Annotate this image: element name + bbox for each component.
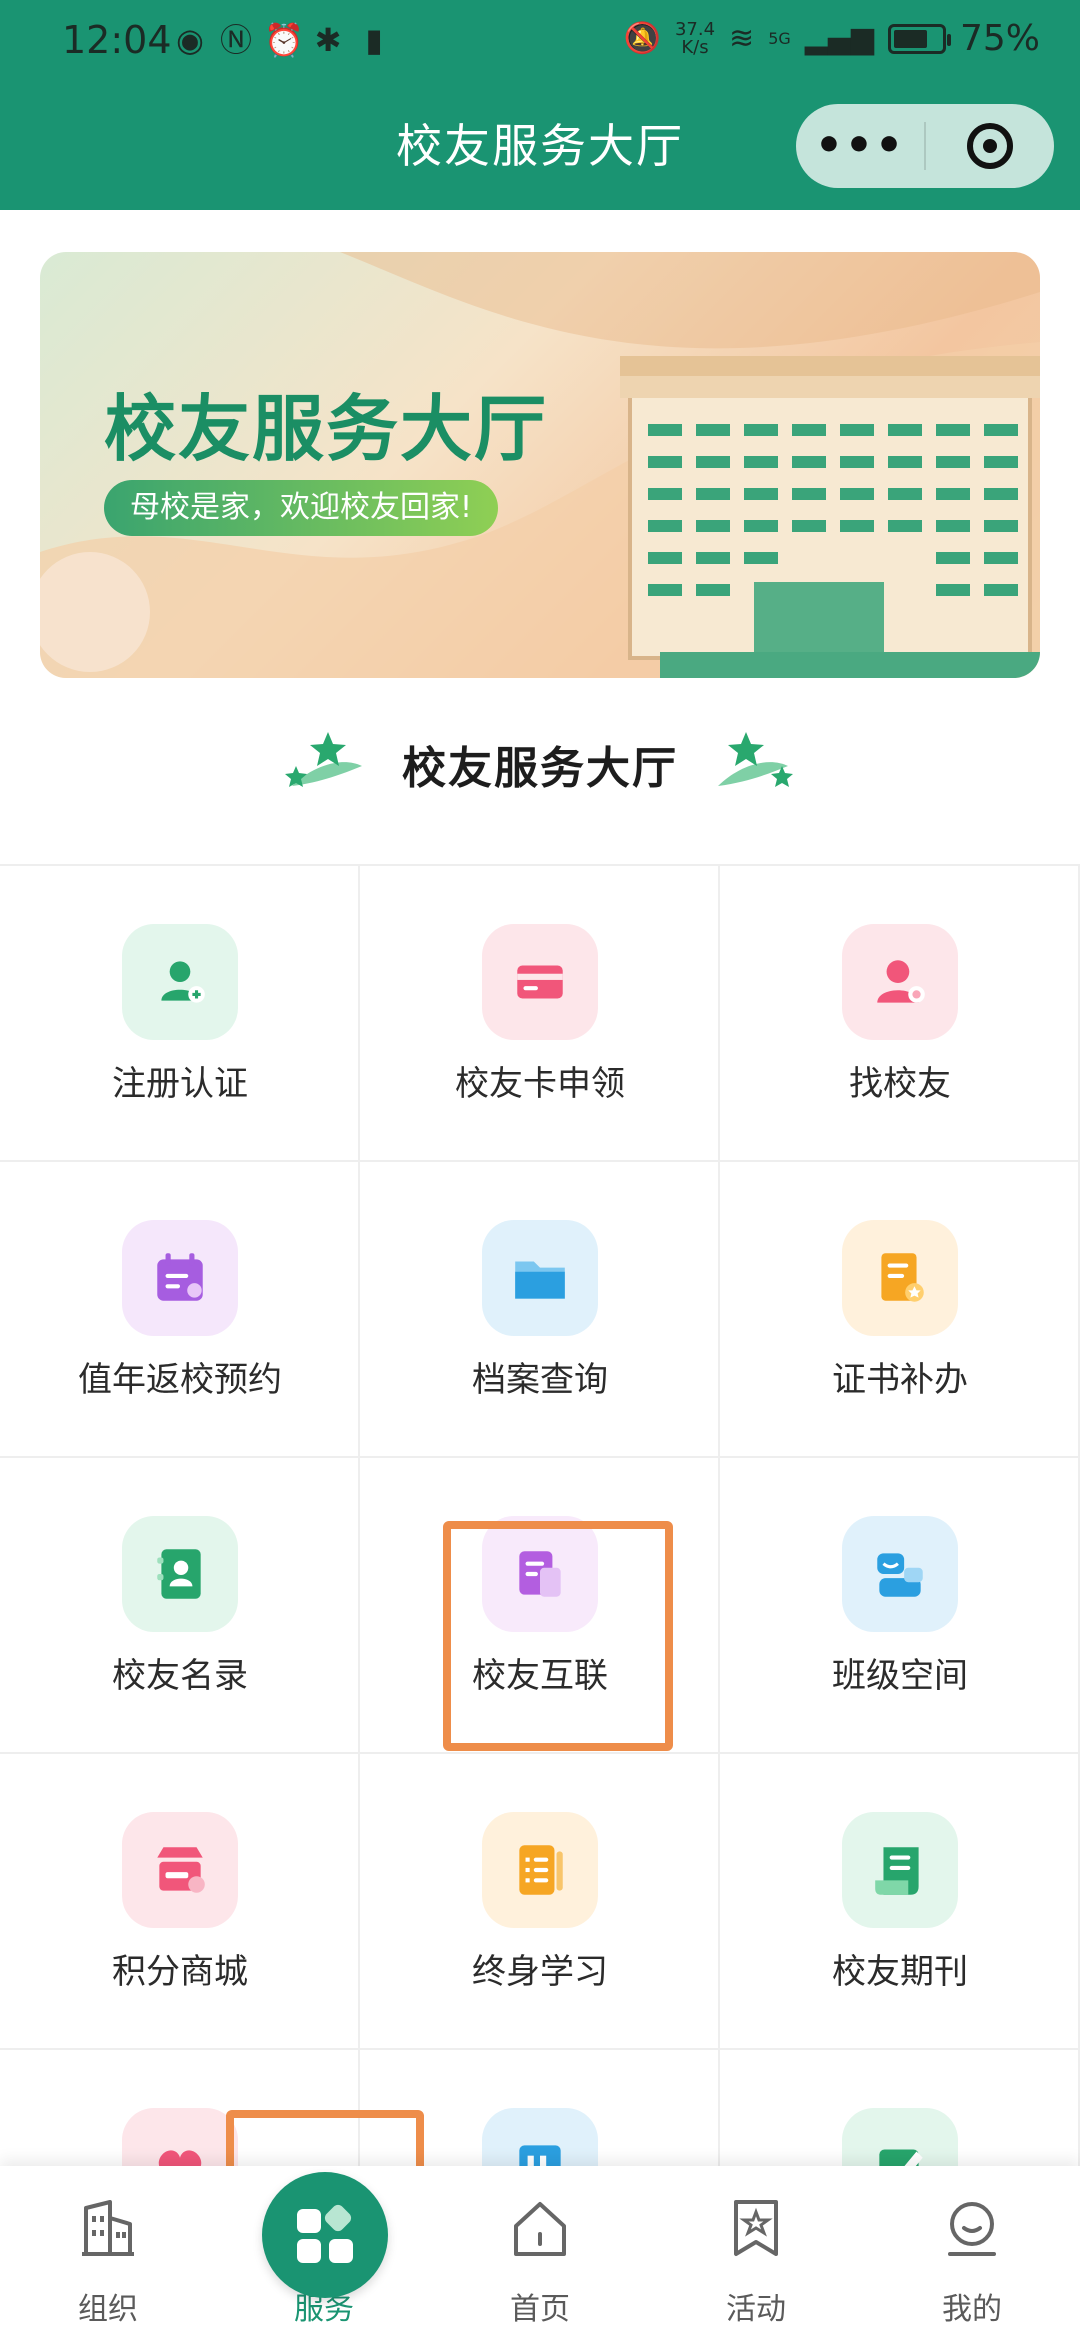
service-label: 档案查询 [472, 1360, 608, 1400]
tab-bar: 组织 服务 首页 活动 我的 [0, 2166, 1080, 2340]
status-left-icons: ◉ Ⓝ ⏰ ✱ ▮ [172, 22, 392, 58]
section-title: 校友服务大厅 [402, 743, 678, 794]
profile-icon [948, 2202, 996, 2256]
banner[interactable]: 校友服务大厅 母校是家，欢迎校友回家! [40, 252, 1040, 678]
service-label: 终身学习 [472, 1952, 608, 1992]
service-label: 值年返校预约 [78, 1360, 282, 1400]
service-item[interactable]: 证书补办 [720, 1162, 1080, 1458]
service-label: 注册认证 [112, 1064, 248, 1104]
banner-slogan: 母校是家，欢迎校友回家! [104, 480, 499, 536]
wifi-icon: ≋ [729, 20, 755, 56]
tab-activities[interactable]: 活动 [648, 2166, 864, 2340]
service-item[interactable]: 校友名录 [0, 1458, 360, 1754]
journal-icon [842, 1812, 958, 1928]
service-item[interactable]: 注册认证 [0, 866, 360, 1162]
bluetooth-icon: ✱ [314, 21, 342, 59]
target-icon [967, 123, 1013, 169]
tab-home[interactable]: 首页 [432, 2166, 648, 2340]
battery-icon [887, 23, 951, 54]
battery-fill [893, 29, 927, 48]
service-label: 校友名录 [112, 1656, 248, 1696]
alarm-icon: ⏰ [264, 21, 304, 59]
service-item[interactable]: 积分商城 [0, 1754, 360, 2050]
net-speed-unit: K/s [681, 36, 709, 58]
tab-label: 组织 [78, 2292, 138, 2327]
close-button[interactable] [926, 123, 1054, 169]
banner-title: 校友服务大厅 [104, 387, 549, 471]
service-label: 找校友 [849, 1064, 951, 1104]
tab-label: 首页 [510, 2292, 570, 2327]
service-item[interactable]: 校友卡申领 [360, 866, 720, 1162]
services-fab[interactable] [262, 2172, 388, 2298]
service-label: 积分商城 [112, 1952, 248, 1992]
tab-label: 我的 [942, 2292, 1002, 2327]
header: 12:04 ◉ Ⓝ ⏰ ✱ ▮ 🔕 37.4 K/s ≋ 5G ▂▄▆ 75% … [0, 0, 1080, 210]
net-speed-value: 37.4 [674, 18, 716, 40]
contact-book-icon [122, 1516, 238, 1632]
mini-program-capsule: ••• [796, 104, 1054, 188]
home-icon [514, 2202, 566, 2256]
notebook-icon [482, 1812, 598, 1928]
status-right: 🔕 37.4 K/s ≋ 5G ▂▄▆ 75% [624, 18, 1040, 59]
eye-icon: ◉ [176, 21, 204, 59]
highlight-box-alumni-connect [443, 1521, 673, 1751]
badge-icon [734, 2200, 778, 2256]
service-label: 证书补办 [832, 1360, 968, 1400]
tab-label: 活动 [726, 2292, 786, 2327]
status-bar: 12:04 ◉ Ⓝ ⏰ ✱ ▮ 🔕 37.4 K/s ≋ 5G ▂▄▆ 75% [0, 0, 1080, 80]
network-type: 5G [768, 29, 791, 48]
tab-organization[interactable]: 组织 [0, 2166, 216, 2340]
user-add-icon [122, 924, 238, 1040]
user-search-icon [842, 924, 958, 1040]
service-label: 班级空间 [832, 1656, 968, 1696]
service-item[interactable]: 校友期刊 [720, 1754, 1080, 2050]
folder-icon [482, 1220, 598, 1336]
building-icon [82, 2200, 134, 2256]
service-item[interactable]: 班级空间 [720, 1458, 1080, 1754]
service-item[interactable]: 档案查询 [360, 1162, 720, 1458]
service-item[interactable]: 终身学习 [360, 1754, 720, 2050]
status-time: 12:04 [62, 18, 172, 62]
service-label: 校友卡申领 [455, 1064, 625, 1104]
certificate-icon [842, 1220, 958, 1336]
nfc-icon: Ⓝ [219, 21, 252, 59]
shop-icon [122, 1812, 238, 1928]
person-chat-icon [842, 1516, 958, 1632]
service-label: 校友期刊 [832, 1952, 968, 1992]
service-item[interactable]: 值年返校预约 [0, 1162, 360, 1458]
battery-percent: 75% [959, 18, 1040, 59]
signal-icon: ▂▄▆ [804, 20, 874, 56]
star-decoration-right [718, 732, 793, 787]
mute-icon: 🔕 [623, 20, 661, 56]
service-item[interactable]: 找校友 [720, 866, 1080, 1162]
battery-small-icon: ▮ [365, 21, 383, 59]
tab-profile[interactable]: 我的 [864, 2166, 1080, 2340]
more-button[interactable]: ••• [796, 104, 924, 188]
card-icon [482, 924, 598, 1040]
calendar-icon [122, 1220, 238, 1336]
grid-icon [297, 2204, 353, 2263]
net-speed: 37.4 K/s [674, 18, 716, 58]
